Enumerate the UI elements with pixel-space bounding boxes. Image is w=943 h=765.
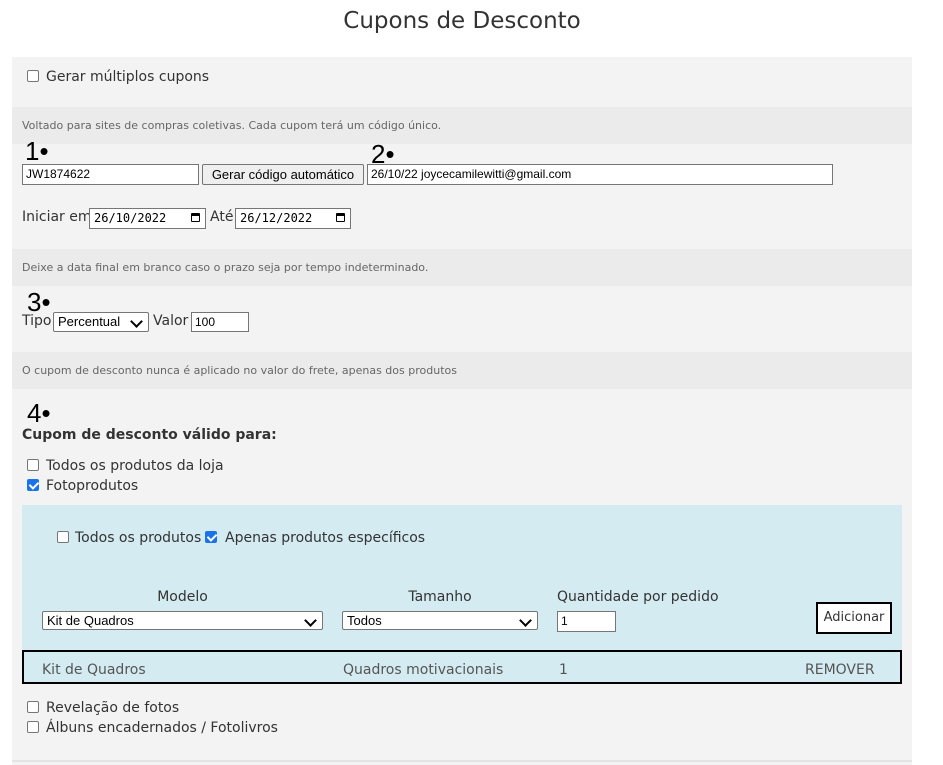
coupon-description-input[interactable]: 26/10/22 joycecamilewitti@gmail.com bbox=[367, 164, 833, 185]
fotoprodutos-checkbox[interactable] bbox=[27, 479, 39, 491]
chevron-down-icon bbox=[130, 315, 143, 328]
code-dates-section bbox=[12, 144, 912, 249]
multiple-coupons-label[interactable]: Gerar múltiplos cupons bbox=[46, 69, 209, 85]
remove-button[interactable]: REMOVER bbox=[805, 662, 875, 678]
value-input[interactable]: 100 bbox=[191, 312, 249, 332]
end-date-note-text: Deixe a data final em branco caso o praz… bbox=[22, 261, 429, 274]
generate-code-button[interactable]: Gerar código automático bbox=[202, 164, 364, 185]
size-select-value: Todos bbox=[347, 613, 382, 628]
start-date-input[interactable]: 26/10/2022 bbox=[89, 208, 206, 229]
value-label: Valor bbox=[153, 313, 189, 329]
marker-1: 1• bbox=[25, 136, 49, 166]
revelacao-checkbox[interactable] bbox=[27, 701, 39, 713]
specific-products-label[interactable]: Apenas produtos específicos bbox=[225, 530, 425, 546]
albuns-label[interactable]: Álbuns encadernados / Fotolivros bbox=[46, 720, 278, 736]
specific-products-checkbox[interactable] bbox=[205, 531, 217, 543]
start-date-label: Iniciar em bbox=[22, 209, 92, 225]
end-date-note: Deixe a data final em branco caso o praz… bbox=[12, 249, 912, 286]
marker-4: 4• bbox=[27, 398, 51, 428]
coupon-code-input[interactable]: JW1874622 bbox=[22, 164, 199, 185]
calendar-icon[interactable] bbox=[336, 213, 345, 222]
shipping-note: O cupom de desconto nunca é aplicado no … bbox=[12, 352, 912, 389]
calendar-icon[interactable] bbox=[191, 213, 200, 222]
type-select-value: Percentual bbox=[58, 314, 121, 329]
type-label: Tipo bbox=[22, 313, 52, 329]
collective-note-text: Voltado para sites de compras coletivas.… bbox=[22, 119, 442, 132]
chevron-down-icon bbox=[519, 614, 532, 627]
model-select-value: Kit de Quadros bbox=[47, 613, 134, 628]
all-fotoprodutos-label[interactable]: Todos os produtos bbox=[75, 530, 201, 546]
all-store-products-label[interactable]: Todos os produtos da loja bbox=[46, 458, 224, 474]
albuns-checkbox[interactable] bbox=[27, 721, 39, 733]
section-divider bbox=[12, 760, 912, 762]
quantity-column-header: Quantidade por pedido bbox=[557, 589, 719, 605]
fotoprodutos-label[interactable]: Fotoprodutos bbox=[46, 478, 138, 494]
model-select[interactable]: Kit de Quadros bbox=[42, 611, 323, 630]
end-date-value: 26/12/2022 bbox=[240, 211, 313, 225]
table-row: Kit de Quadros Quadros motivacionais 1 R… bbox=[22, 650, 902, 684]
start-date-value: 26/10/2022 bbox=[94, 211, 167, 225]
multiple-coupons-checkbox[interactable] bbox=[27, 70, 39, 82]
size-column-header: Tamanho bbox=[408, 589, 472, 605]
quantity-input[interactable]: 1 bbox=[557, 611, 616, 632]
chevron-down-icon bbox=[304, 614, 317, 627]
validity-heading: Cupom de desconto válido para: bbox=[22, 427, 277, 443]
revelacao-label[interactable]: Revelação de fotos bbox=[46, 700, 179, 716]
model-column-header: Modelo bbox=[157, 589, 208, 605]
multiple-coupons-section: Gerar múltiplos cupons bbox=[12, 57, 912, 107]
type-select[interactable]: Percentual bbox=[53, 312, 149, 332]
all-fotoprodutos-checkbox[interactable] bbox=[57, 531, 69, 543]
page-title: Cupons de Desconto bbox=[343, 8, 581, 34]
row-size: Quadros motivacionais bbox=[343, 662, 504, 678]
shipping-note-text: O cupom de desconto nunca é aplicado no … bbox=[22, 364, 457, 377]
size-select[interactable]: Todos bbox=[342, 611, 538, 630]
all-store-products-checkbox[interactable] bbox=[27, 459, 39, 471]
row-model: Kit de Quadros bbox=[42, 662, 146, 678]
collective-note: Voltado para sites de compras coletivas.… bbox=[12, 107, 912, 144]
row-quantity: 1 bbox=[559, 662, 568, 678]
end-date-input[interactable]: 26/12/2022 bbox=[235, 208, 351, 229]
end-date-label: Até bbox=[210, 209, 234, 225]
add-button[interactable]: Adicionar bbox=[816, 602, 892, 634]
